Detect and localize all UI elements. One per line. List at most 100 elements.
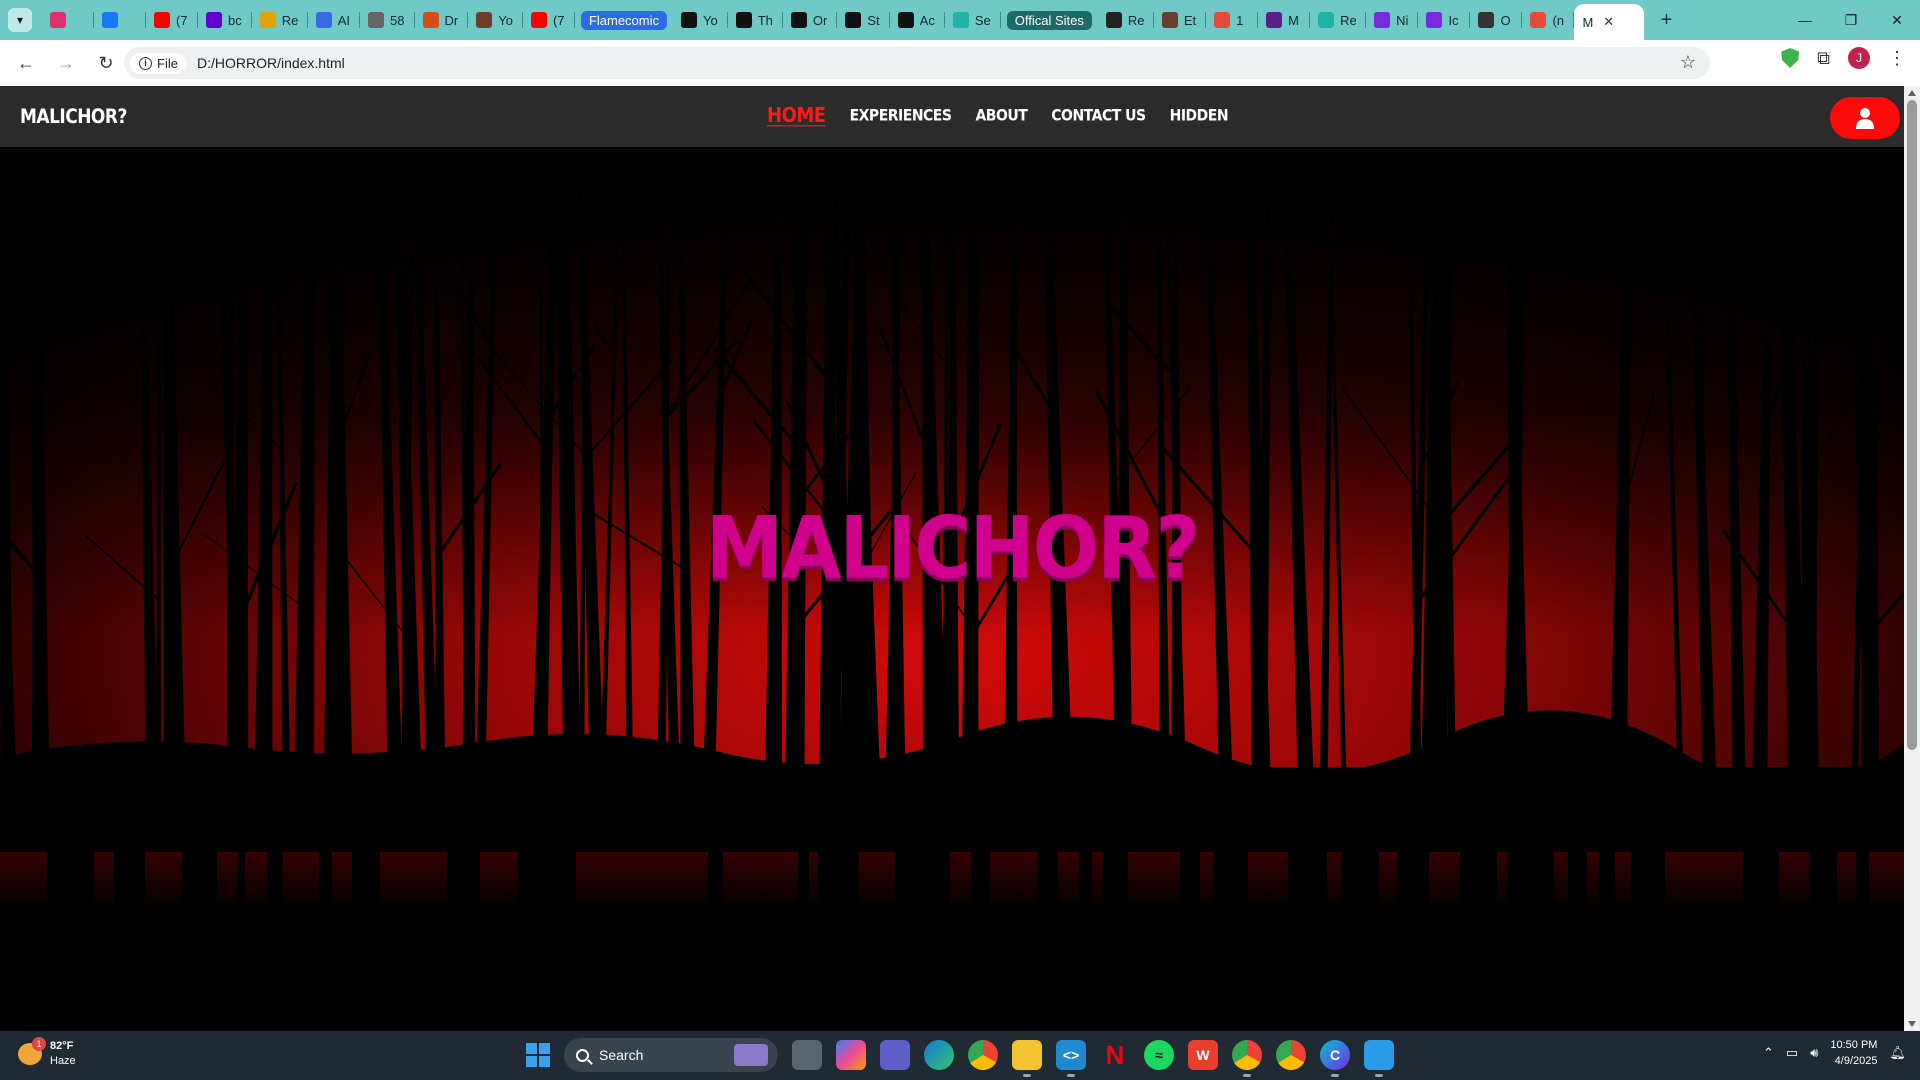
browser-tab[interactable]: M (1258, 0, 1311, 40)
system-tray: ⌃ ▭ 🔊︎ 10:50 PM 4/9/2025 🔔︎ (1763, 1037, 1906, 1069)
browser-tab[interactable]: Ac (890, 0, 945, 40)
browser-tab[interactable]: O (1470, 0, 1523, 40)
tree-reflection (1079, 847, 1092, 917)
site-favicon-icon (1530, 12, 1547, 28)
volume-icon[interactable]: 🔊︎ (1810, 1045, 1818, 1061)
browser-tab[interactable]: Re (1098, 0, 1154, 40)
weather-widget[interactable]: 1 82°F Haze (18, 1037, 76, 1069)
edge-icon[interactable] (924, 1040, 954, 1070)
app-icon (259, 12, 276, 28)
nav-home[interactable]: HOME (767, 103, 826, 127)
browser-tab[interactable]: bc (198, 0, 252, 40)
close-window-icon[interactable]: ✕ (1874, 0, 1920, 40)
active-tab[interactable]: M ✕ (1574, 4, 1645, 40)
browser-tab[interactable]: Th (728, 0, 783, 40)
back-icon[interactable]: ← (10, 47, 42, 79)
tab-group-flamecomic[interactable]: Flamecomic (575, 0, 673, 40)
extensions-puzzle-icon[interactable]: ⧉ (1817, 48, 1830, 69)
site-info-chip[interactable]: i File (130, 52, 187, 74)
reload-icon[interactable]: ↻ (90, 47, 122, 79)
adblock-shield-icon[interactable] (1781, 48, 1800, 68)
chrome-second-profile-icon[interactable] (1276, 1040, 1306, 1070)
browser-tab[interactable]: AI (308, 0, 361, 40)
browser-tab[interactable]: St (837, 0, 890, 40)
site-favicon-icon (1214, 12, 1231, 28)
tree-reflection (319, 847, 332, 917)
tab-strip: ▾ (7 bc Re AI 58 Dr Yo (7 Flamecomic Yo Th Or St Ac… (0, 0, 1920, 40)
tab-title: M (1582, 14, 1594, 30)
nav-hidden[interactable]: HIDDEN (1170, 107, 1229, 128)
tab-group-official-sites[interactable]: Offical Sites (1001, 0, 1098, 40)
nav-experiences[interactable]: EXPERIENCES (850, 107, 952, 128)
browser-tab[interactable]: Re (1310, 0, 1367, 40)
show-hidden-icons-chevron-icon[interactable]: ⌃ (1763, 1045, 1774, 1061)
teams-icon[interactable] (880, 1040, 910, 1070)
profile-avatar[interactable]: J (1848, 47, 1870, 69)
nav-about[interactable]: ABOUT (975, 107, 1027, 128)
windows-start-icon[interactable] (526, 1043, 550, 1067)
site-info-label: File (157, 55, 178, 71)
browser-tab[interactable]: Yo (673, 0, 728, 40)
taskbar-clock[interactable]: 10:50 PM 4/9/2025 (1830, 1037, 1877, 1069)
user-account-button[interactable] (1830, 97, 1900, 139)
chrome-profile-icon[interactable] (1232, 1040, 1262, 1077)
task-view-icon[interactable] (792, 1040, 822, 1070)
search-icon (576, 1048, 589, 1062)
vscode-icon[interactable]: <> (1056, 1040, 1086, 1077)
chrome-icon[interactable] (968, 1040, 998, 1070)
copilot-icon[interactable] (836, 1040, 866, 1070)
tab-title: (n (1552, 12, 1564, 28)
menu-kebab-icon[interactable]: ⋮ (1888, 48, 1906, 69)
browser-tab[interactable]: Et (1154, 0, 1207, 40)
vertical-scrollbar[interactable] (1904, 86, 1920, 1031)
browser-tab[interactable]: (7 (523, 0, 575, 40)
canva-icon[interactable]: C (1320, 1040, 1350, 1077)
scroll-down-arrow-icon[interactable] (1908, 1021, 1916, 1027)
x-icon (422, 12, 439, 28)
network-icon[interactable]: ▭ (1786, 1045, 1798, 1061)
site-brand[interactable]: MALICHOR? (20, 106, 127, 129)
minimize-icon[interactable]: — (1782, 0, 1828, 40)
tab-group-label[interactable]: Flamecomic (580, 10, 668, 30)
scroll-up-arrow-icon[interactable] (1908, 90, 1916, 96)
close-icon[interactable]: ✕ (1603, 14, 1614, 30)
netflix-icon[interactable]: N (1100, 1040, 1130, 1070)
address-bar[interactable]: i File D:/HORROR/index.html ☆ (124, 47, 1710, 79)
forward-icon[interactable]: → (50, 47, 82, 79)
browser-tab[interactable]: Se (945, 0, 1001, 40)
browser-tab[interactable]: (7 (146, 0, 198, 40)
browser-tab[interactable]: 58 (360, 0, 415, 40)
browser-tab[interactable]: Yo (468, 0, 523, 40)
file-explorer-icon[interactable] (1012, 1040, 1042, 1077)
browser-tab[interactable] (42, 0, 94, 40)
tree-reflection (182, 847, 198, 917)
taskbar-search-box[interactable]: Search (564, 1038, 778, 1072)
browser-tab[interactable] (94, 0, 146, 40)
tree-reflection (352, 847, 380, 917)
browser-tab[interactable]: Re (252, 0, 308, 40)
app-icon (476, 12, 493, 28)
spotify-icon[interactable]: ≈ (1144, 1040, 1174, 1070)
notepad-icon[interactable] (1364, 1040, 1394, 1077)
url-text[interactable]: D:/HORROR/index.html (197, 55, 345, 71)
scrollbar-thumb[interactable] (1907, 100, 1917, 750)
browser-tab[interactable]: 1 (1206, 0, 1259, 40)
nav-contact-us[interactable]: CONTACT US (1051, 107, 1146, 128)
app-icon (368, 12, 385, 28)
tab-group-label[interactable]: Offical Sites (1006, 10, 1092, 30)
browser-tab[interactable]: (n (1522, 0, 1575, 40)
wps-office-icon[interactable]: W (1188, 1040, 1218, 1070)
tab-title: Se (974, 12, 991, 28)
browser-tab[interactable]: Or (783, 0, 838, 40)
bookmark-star-icon[interactable]: ☆ (1680, 52, 1696, 73)
browser-tab[interactable]: Dr (415, 0, 469, 40)
new-tab-button[interactable]: + (1652, 6, 1680, 34)
restore-icon[interactable]: ❐ (1828, 0, 1874, 40)
browser-tab[interactable]: Ni (1366, 0, 1419, 40)
browser-tab[interactable]: Ic (1418, 0, 1471, 40)
notification-bell-icon[interactable]: 🔔︎ (1889, 1045, 1906, 1061)
tree-reflection (1856, 847, 1869, 917)
tab-search-button[interactable]: ▾ (8, 8, 32, 32)
tab-title: St (867, 12, 880, 28)
tree-reflection (458, 847, 480, 917)
